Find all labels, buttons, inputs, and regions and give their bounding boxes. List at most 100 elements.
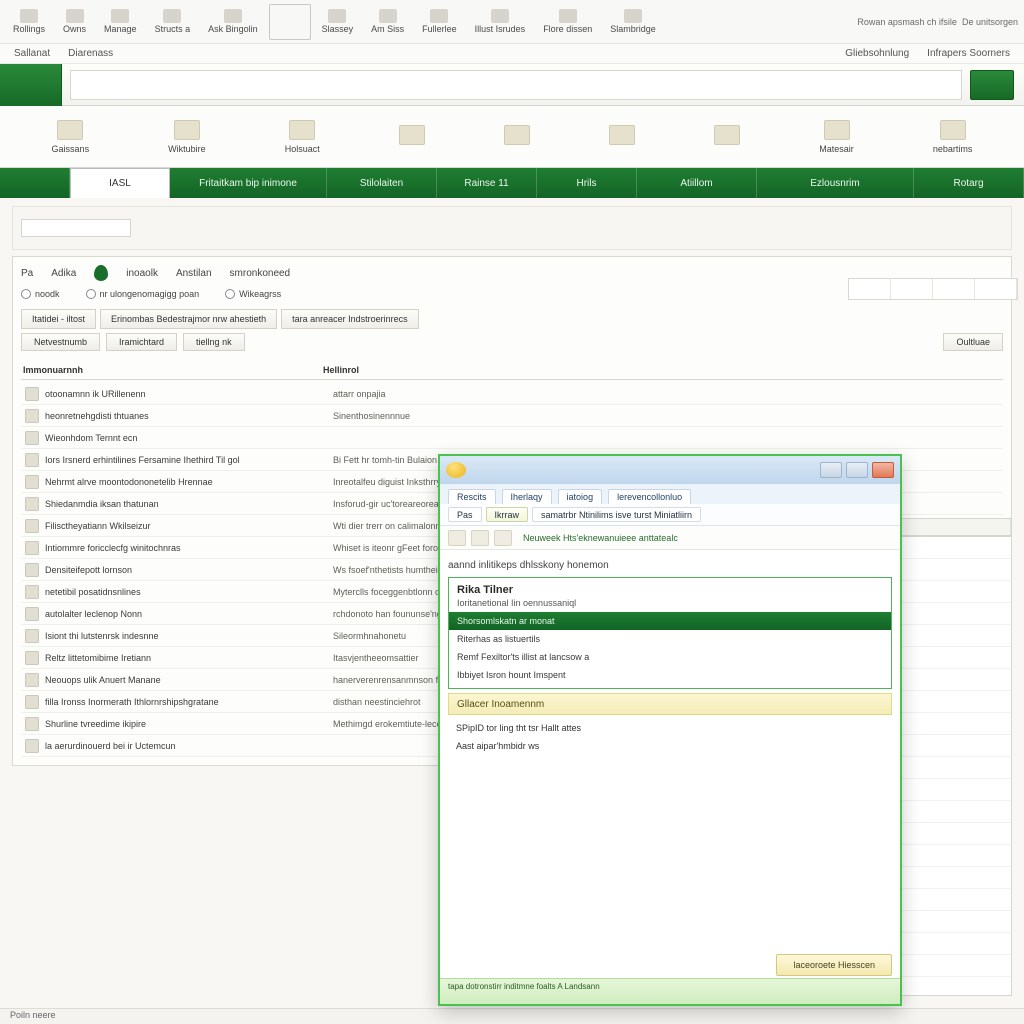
menu-item-boxed[interactable] (269, 4, 311, 40)
highlight-row[interactable]: Gllacer Inoamennm (448, 693, 892, 715)
menu-item[interactable]: Slassey (315, 6, 361, 37)
primary-button[interactable]: laceoroete Hiesscen (776, 954, 892, 976)
tool-icon (940, 120, 966, 140)
section-label: aannd inlitikeps dhlsskony honemon (448, 560, 892, 571)
panel-button[interactable]: Oultluae (943, 333, 1003, 351)
menu-item[interactable]: Illust Isrudes (468, 6, 533, 37)
dialog-titlebar[interactable] (440, 456, 900, 484)
list-item[interactable]: otoonamnn ik URillenennattarr onpajia (21, 383, 1003, 405)
item-icon (25, 695, 39, 709)
dialog-iconbar: Neuweek Hts'eknewanuieee anttatealc (440, 526, 900, 550)
item-icon (25, 717, 39, 731)
generic-icon (624, 9, 642, 23)
green-tab[interactable] (0, 168, 70, 198)
col-header[interactable]: Immonuarnnh (23, 365, 323, 375)
tool-icon (824, 120, 850, 140)
dialog-subtab[interactable]: Pas (448, 507, 482, 522)
green-tab[interactable]: Hrils (537, 168, 637, 198)
side-widget[interactable] (848, 278, 1018, 300)
tool-button[interactable] (399, 125, 425, 149)
formula-bar[interactable] (70, 70, 962, 100)
menu-item[interactable]: Am Siss (364, 6, 411, 37)
tool-button[interactable] (714, 125, 740, 149)
generic-icon (328, 9, 346, 23)
name-box[interactable] (21, 219, 131, 237)
toolbar-icon[interactable] (471, 530, 489, 546)
menu2-item[interactable]: Sallanat (14, 48, 50, 59)
panel-button[interactable]: Netvestnumb (21, 333, 100, 351)
item-name: Filisctheyatiann Wkilseizur (45, 521, 333, 531)
dialog-tab[interactable]: Rescits (448, 489, 496, 504)
menu-item[interactable]: Ask Bingolin (201, 6, 265, 37)
generic-icon (379, 9, 397, 23)
tool-button[interactable]: Matesair (819, 120, 854, 154)
green-tab[interactable]: Fritaitkam bip inimone (170, 168, 327, 198)
toolbar-icon[interactable] (494, 530, 512, 546)
status-bar: Poiln neere (0, 1008, 1024, 1024)
menu-item[interactable]: Fullerlee (415, 6, 464, 37)
minimize-icon[interactable] (820, 462, 842, 478)
card-bar: Shorsomlskatn ar monat (449, 612, 891, 630)
ribbon-bar (0, 64, 1024, 106)
ribbon-badge[interactable] (970, 70, 1014, 100)
panel-tab[interactable]: tara anreacer Indstroerinrecs (281, 309, 419, 329)
dialog-tab[interactable]: lerevencollonluo (608, 489, 691, 504)
toolbar-label[interactable]: Adika (51, 268, 76, 279)
toolbar-label[interactable]: smronkoneed (230, 268, 291, 279)
dialog-tab[interactable]: iatoiog (558, 489, 603, 504)
item-icon (25, 585, 39, 599)
toolbar-icon[interactable] (448, 530, 466, 546)
green-tab[interactable]: Atiillom (637, 168, 757, 198)
green-tab[interactable]: Ezlousnrim (757, 168, 914, 198)
green-tab[interactable]: Stilolaiten (327, 168, 437, 198)
menu2-item[interactable]: Diarenass (68, 48, 113, 59)
menu2-item[interactable]: Infrapers Soorners (927, 48, 1010, 59)
panel-tab[interactable]: Itatidei - iltost (21, 309, 96, 329)
green-tab[interactable]: Rainse 11 (437, 168, 537, 198)
radio-option[interactable]: Wikeagrss (225, 289, 281, 299)
panel-button[interactable]: Iramichtard (106, 333, 177, 351)
toolbar-label[interactable]: Anstilan (176, 268, 212, 279)
panel-tab[interactable]: Erinombas Bedestrajmor nrw ahestieth (100, 309, 277, 329)
radio-option[interactable]: noodk (21, 289, 60, 299)
tool-button[interactable] (609, 125, 635, 149)
col-header[interactable]: Hellinrol (323, 365, 1001, 375)
dialog-note: tapa dotronstirr inditmne foalts A Lands… (440, 978, 900, 1004)
result-row[interactable]: SPipID tor ling tht tsr Hallt attes (448, 719, 892, 737)
menu2-item[interactable]: Gliebsohnlung (845, 48, 909, 59)
tool-button[interactable]: Gaissans (52, 120, 90, 154)
toolbar-label[interactable]: Pa (21, 268, 33, 279)
list-item[interactable]: Wieonhdom Ternnt ecn (21, 427, 1003, 449)
tool-button[interactable]: nebartims (933, 120, 973, 154)
item-name: la aerurdinouerd bei ir Uctemcun (45, 741, 333, 751)
list-item[interactable]: heonretnehgdisti thtuanesSinenthosinennn… (21, 405, 1003, 427)
green-tab[interactable]: Rotarg (914, 168, 1024, 198)
tool-button[interactable] (504, 125, 530, 149)
menu-item[interactable]: Owns (56, 6, 93, 37)
tool-icon (609, 125, 635, 145)
tool-button[interactable]: Wiktubire (168, 120, 206, 154)
menu-item[interactable]: Manage (97, 6, 144, 37)
radio-icon (86, 289, 96, 299)
menu-item[interactable]: Slambridge (603, 6, 663, 37)
maximize-icon[interactable] (846, 462, 868, 478)
green-tab-active[interactable]: IASL (70, 168, 170, 198)
dialog-tab[interactable]: Iherlaqy (502, 489, 552, 504)
radio-option[interactable]: nr ulongenomagigg poan (86, 289, 200, 299)
radio-icon (225, 289, 235, 299)
generic-icon (224, 9, 242, 23)
panel-button[interactable]: tiellng nk (183, 333, 245, 351)
toolbar-label[interactable]: inoaolk (126, 268, 158, 279)
dialog-subtab-active[interactable]: Ikrraw (486, 507, 529, 522)
dialog-subtabs: Pas Ikrraw samatrbr Ntinilims isve turst… (440, 504, 900, 526)
menu-item[interactable]: Rollings (6, 6, 52, 37)
menu-item[interactable]: Structs a (148, 6, 198, 37)
home-tab[interactable] (0, 64, 62, 106)
menu-item[interactable]: Flore dissen (536, 6, 599, 37)
item-icon (25, 651, 39, 665)
tool-button[interactable]: Holsuact (285, 120, 320, 154)
close-icon[interactable] (872, 462, 894, 478)
dialog-subtab[interactable]: samatrbr Ntinilims isve turst Miniatliir… (532, 507, 701, 522)
result-row[interactable]: Aast aipar'hmbidr ws (448, 737, 892, 755)
item-name: otoonamnn ik URillenenn (45, 389, 333, 399)
